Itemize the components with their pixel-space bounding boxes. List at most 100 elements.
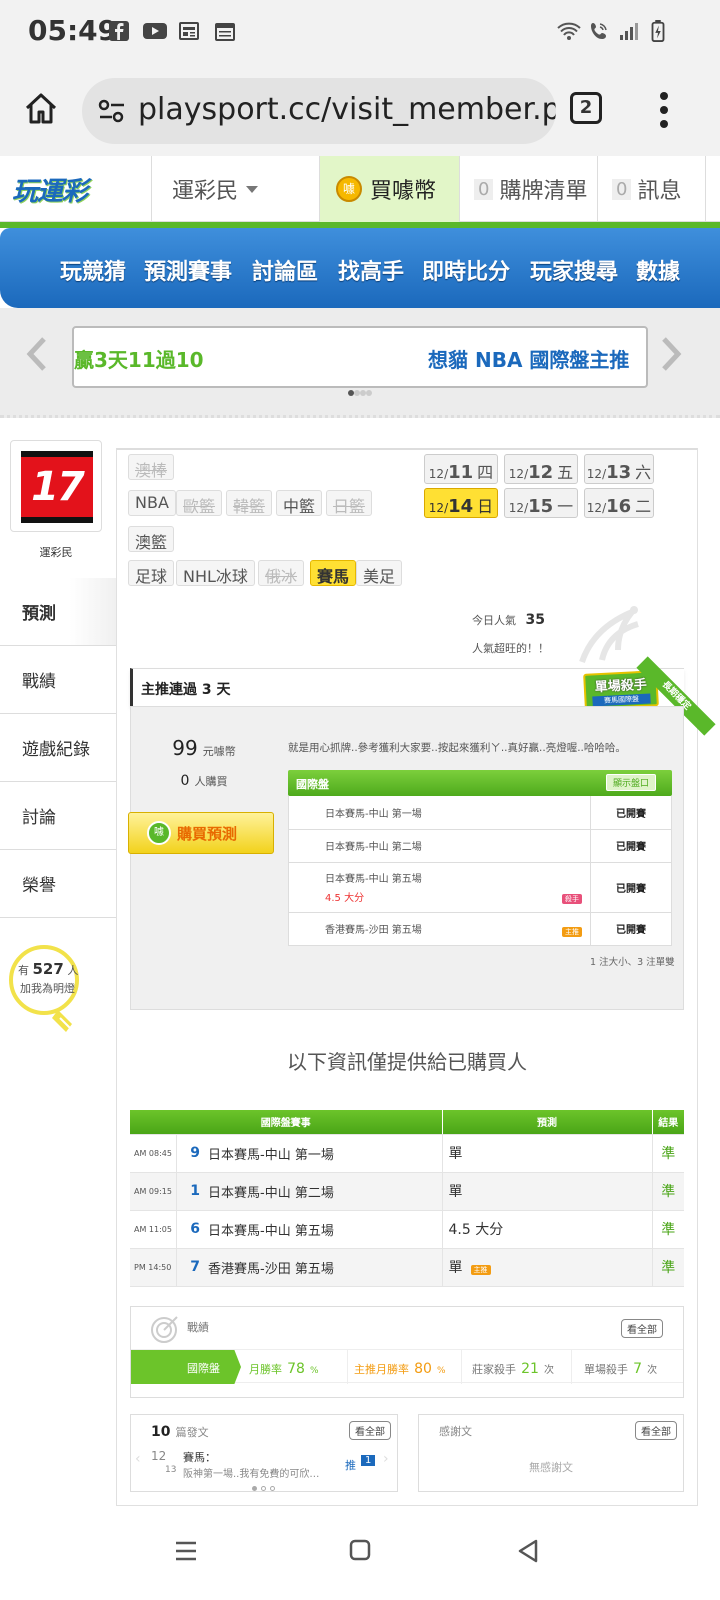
date-month: 12/	[508, 501, 529, 515]
home-nav-icon[interactable]	[348, 1538, 372, 1562]
thanks-see-all-button[interactable]: 看全部	[635, 1421, 677, 1440]
results-header-match: 國際盤賽事	[130, 1110, 443, 1135]
date-button[interactable]: 12/14 日	[424, 488, 498, 518]
result-prediction: 單	[448, 1184, 463, 1200]
messages-button[interactable]: 0 訊息	[598, 156, 706, 222]
sport-tag-horse-racing[interactable]: 賽馬	[310, 560, 357, 586]
sport-tag-american-football[interactable]: 美足	[356, 560, 403, 586]
result-prediction: 單	[448, 1146, 463, 1162]
record-see-all-button[interactable]: 看全部	[621, 1319, 663, 1338]
nav-item-experts[interactable]: 找高手	[338, 254, 404, 286]
profile-menu-predict[interactable]: 預測	[0, 578, 116, 646]
intl-predictions-table: 日本賽馬-中山 第一場 已開賽 日本賽馬-中山 第二場 已開賽 日本賽馬-中山 第五場 4…	[288, 796, 672, 946]
result-outcome: 準	[661, 1184, 676, 1200]
buy-coins-button[interactable]: 噱 買噱幣	[320, 156, 460, 222]
result-match: 日本賽馬-中山 第二場	[208, 1185, 334, 1201]
intl-row-status: 已開賽	[590, 862, 672, 913]
fans-prefix: 有	[18, 964, 29, 977]
carousel-next-icon[interactable]	[660, 336, 682, 372]
posts-next-icon[interactable]: ›	[383, 1451, 389, 1467]
profile-menu-label: 遊戲紀錄	[22, 740, 90, 760]
killer-badge-sub: 賽馬國際盤	[592, 693, 651, 707]
facebook-icon	[109, 21, 129, 41]
home-icon[interactable]	[22, 90, 60, 128]
profile-menu-discuss[interactable]: 討論	[0, 782, 116, 850]
tab-switcher-button[interactable]: 2	[570, 92, 602, 124]
nav-item-guess[interactable]: 玩競猜	[60, 254, 126, 286]
url-text: playsport.cc/visit_member.ph	[138, 92, 556, 127]
sport-tag-aus-basketball[interactable]: 澳籃	[128, 526, 175, 552]
profile-menu-record[interactable]: 戰績	[0, 646, 116, 714]
date-button[interactable]: 12/13 六	[584, 454, 654, 484]
date-button[interactable]: 12/11 四	[424, 454, 498, 484]
intl-row-match: 日本賽馬-中山 第一場	[325, 808, 422, 820]
posts-see-all-button[interactable]: 看全部	[349, 1421, 391, 1440]
month-rate-stat: 月勝率 78 %	[249, 1358, 319, 1377]
sport-tag-euro-basketball: 歐籃	[176, 490, 223, 516]
recent-apps-icon[interactable]	[174, 1540, 198, 1562]
profile-menu-honor[interactable]: 榮譽	[0, 850, 116, 918]
site-logo[interactable]: 玩運彩	[0, 156, 152, 222]
caret-down-icon	[246, 185, 259, 193]
show-odds-button[interactable]: 顯示盤口	[606, 774, 657, 791]
sport-tag-nba[interactable]: NBA	[128, 490, 176, 516]
date-day: 14	[448, 496, 474, 517]
intl-row-tag: 主推	[562, 926, 582, 937]
result-time: AM 11:05	[134, 1224, 172, 1234]
date-button[interactable]: 12/12 五	[504, 454, 578, 484]
promo-carousel: 贏3天11過10 想貓 NBA 國際盤主推	[0, 308, 720, 418]
intl-row-status: 已開賽	[590, 829, 672, 863]
sport-tag-china-basketball[interactable]: 中籃	[276, 490, 323, 516]
main-rate-stat: 主推月勝率 80 %	[347, 1350, 459, 1384]
carousel-slide[interactable]: 贏3天11過10 想貓 NBA 國際盤主推	[72, 326, 648, 388]
member-menu-dropdown[interactable]: 運彩民	[152, 156, 320, 222]
fans-count: 527	[32, 960, 64, 978]
post-excerpt[interactable]: 阪神第一場..我有免費的可欣…	[183, 1465, 331, 1480]
main-rate-value: 80	[414, 1361, 432, 1377]
address-bar[interactable]: playsport.cc/visit_member.ph	[82, 78, 556, 144]
avatar[interactable]: 17	[10, 440, 102, 532]
posts-prev-icon[interactable]: ‹	[135, 1451, 141, 1467]
coin-icon: 噱	[336, 176, 362, 202]
record-tab[interactable]: 國際盤	[131, 1350, 241, 1384]
browser-toolbar: playsport.cc/visit_member.ph 2	[0, 68, 720, 156]
nav-item-forum[interactable]: 討論區	[252, 254, 318, 286]
push-label: 推	[345, 1459, 356, 1472]
more-menu-icon[interactable]	[658, 90, 670, 130]
push-count: 1	[361, 1455, 376, 1466]
result-outcome: 準	[661, 1222, 676, 1238]
popularity-line: 今日人氣 35	[472, 612, 545, 628]
logo-text: 玩運彩	[12, 176, 88, 207]
post-title[interactable]: 賽馬：	[183, 1449, 216, 1465]
nav-item-data[interactable]: 數據	[636, 254, 680, 286]
signal-icon	[620, 23, 638, 40]
cart-count: 0	[474, 178, 494, 200]
results-table: 國際盤賽事 預測 結果 AM 08:45 9 日本賽馬-中山 第一場單準 AM 09:…	[130, 1110, 684, 1287]
date-button[interactable]: 12/16 二	[584, 488, 654, 518]
site-settings-icon[interactable]	[98, 98, 126, 124]
month-rate-value: 78	[287, 1361, 305, 1377]
system-nav-bar	[0, 1508, 720, 1600]
intl-row: 日本賽馬-中山 第五場 4.5 大分 殺手 已開賽	[288, 862, 672, 913]
nav-item-predict[interactable]: 預測賽事	[144, 254, 232, 286]
carousel-prev-icon[interactable]	[26, 336, 48, 372]
follow-lamp-button[interactable]: 有 527 人 加我為明燈	[8, 944, 86, 1040]
battery-charging-icon	[651, 20, 665, 42]
nav-item-player-search[interactable]: 玩家搜尋	[530, 254, 618, 286]
record-tab-label: 國際盤	[187, 1362, 220, 1375]
wifi-icon	[557, 22, 581, 40]
back-icon[interactable]	[516, 1538, 540, 1564]
buy-prediction-button[interactable]: 噱 購買預測	[128, 812, 274, 854]
single-label: 單場殺手	[584, 1363, 628, 1376]
date-button[interactable]: 12/15 一	[504, 488, 578, 518]
nav-item-live-score[interactable]: 即時比分	[422, 254, 510, 286]
thanks-panel: 感謝文 看全部 無感謝文	[418, 1414, 684, 1492]
date-day: 11	[448, 462, 474, 483]
sport-tag-nhl[interactable]: NHL冰球	[176, 560, 255, 586]
buyers-count: 0	[180, 773, 190, 789]
sport-tag-soccer[interactable]: 足球	[128, 560, 175, 586]
intl-row-match: 日本賽馬-中山 第五場	[325, 874, 422, 885]
cart-button[interactable]: 0 購牌清單	[460, 156, 598, 222]
profile-menu-game-log[interactable]: 遊戲紀錄	[0, 714, 116, 782]
intl-row-tag: 殺手	[562, 893, 582, 904]
